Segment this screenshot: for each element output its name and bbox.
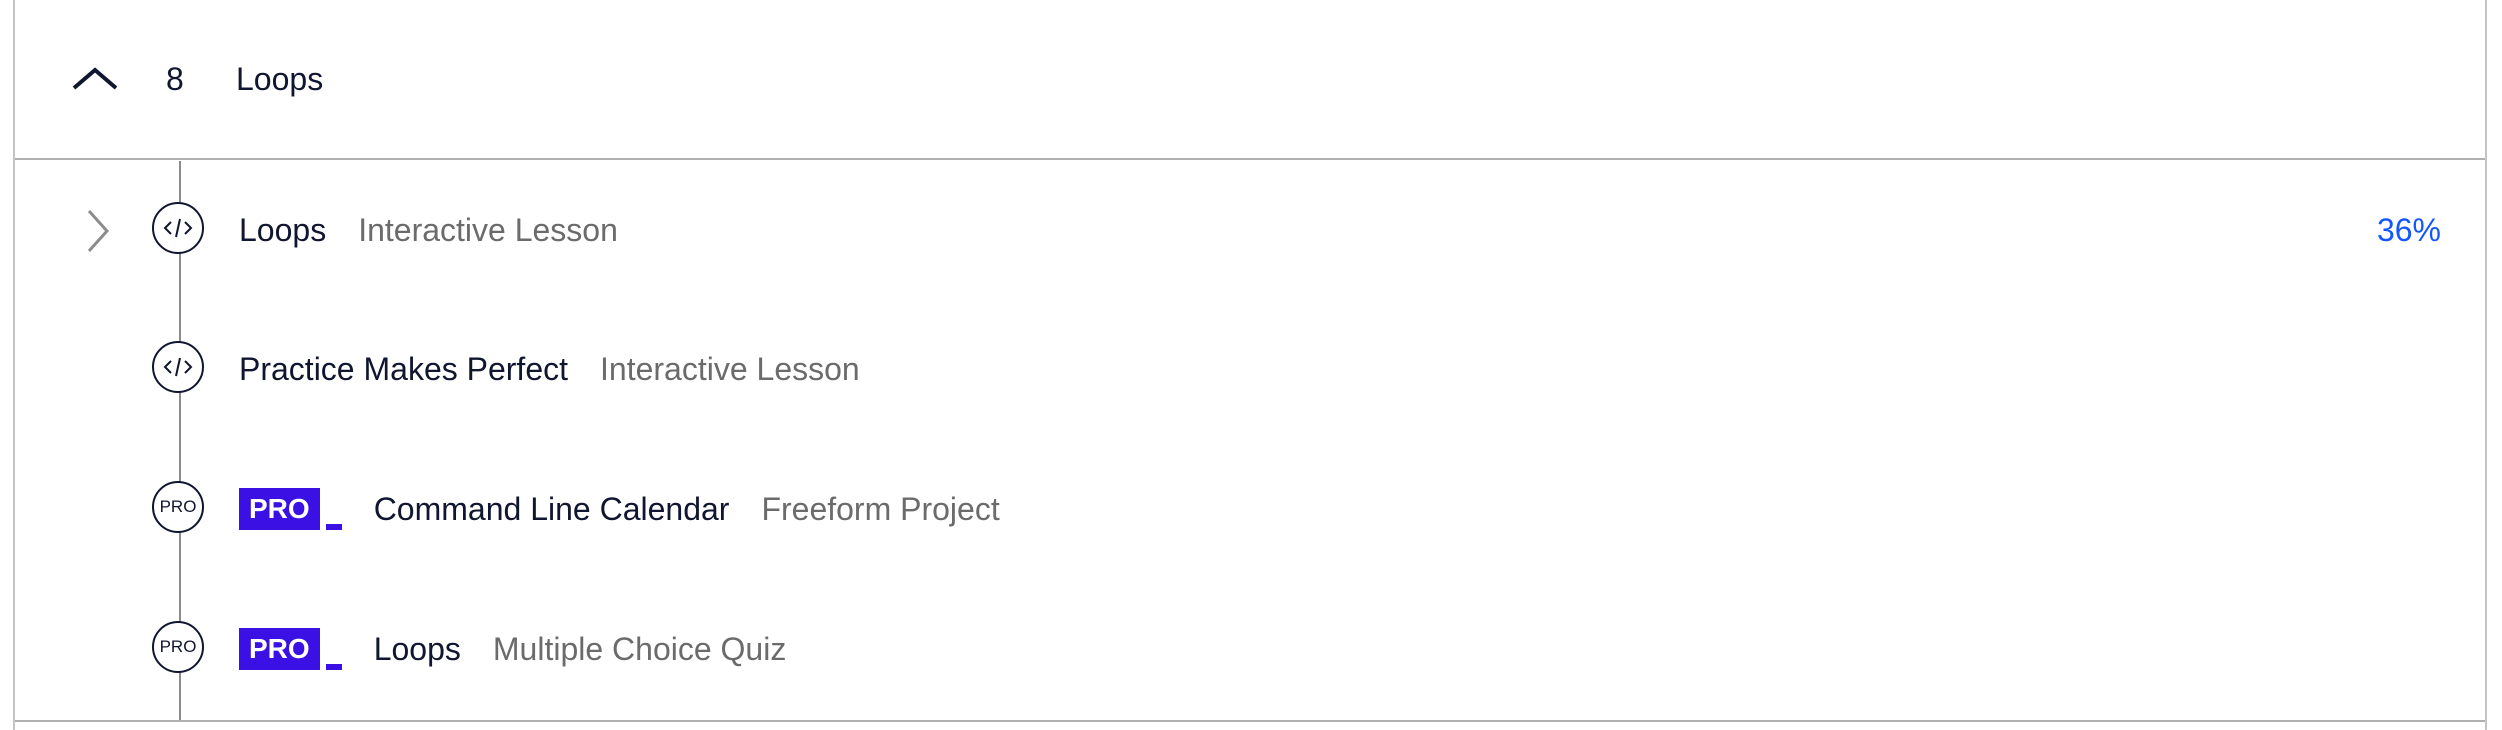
pro-icon: PRO <box>152 481 204 533</box>
pro-cursor-icon <box>325 664 342 670</box>
pro-icon: PRO <box>152 621 204 673</box>
module-number: 8 <box>166 61 184 97</box>
code-icon <box>152 202 204 254</box>
module-header[interactable]: 8 Loops <box>15 0 2485 160</box>
item-title: Command Line Calendar <box>373 490 730 527</box>
pro-badge-label: PRO <box>239 488 320 530</box>
content-item-practice-makes-perfect[interactable]: Practice Makes Perfect Interactive Lesso… <box>15 300 2485 440</box>
item-type: Interactive Lesson <box>600 350 860 387</box>
chevron-right-icon[interactable] <box>85 208 111 254</box>
item-title: Practice Makes Perfect <box>239 350 568 387</box>
item-type: Freeform Project <box>761 490 1000 527</box>
item-title: Loops <box>239 211 327 248</box>
bottom-divider <box>15 720 2485 722</box>
content-item-loops-quiz[interactable]: PRO PRO Loops Multiple Choice Quiz <box>15 580 2485 720</box>
code-icon <box>152 341 204 393</box>
module-title: Loops <box>236 61 324 97</box>
pro-cursor-icon <box>325 524 342 530</box>
content-item-loops-lesson[interactable]: Loops Interactive Lesson 36% <box>15 161 2485 301</box>
syllabus-module-panel: 8 Loops Loops Interactive Lesson 36% Pra… <box>13 0 2487 730</box>
pro-badge: PRO <box>239 488 342 530</box>
chevron-up-icon[interactable] <box>70 62 120 92</box>
pro-icon-label: PRO <box>159 637 197 656</box>
content-item-command-line-calendar[interactable]: PRO PRO Command Line Calendar Freeform P… <box>15 440 2485 580</box>
item-type: Interactive Lesson <box>358 211 618 248</box>
pro-badge-label: PRO <box>239 628 320 670</box>
item-title: Loops <box>373 630 461 667</box>
pro-badge: PRO <box>239 628 342 670</box>
item-type: Multiple Choice Quiz <box>492 630 787 667</box>
pro-icon-label: PRO <box>159 497 197 516</box>
progress-percent: 36% <box>2376 212 2441 248</box>
